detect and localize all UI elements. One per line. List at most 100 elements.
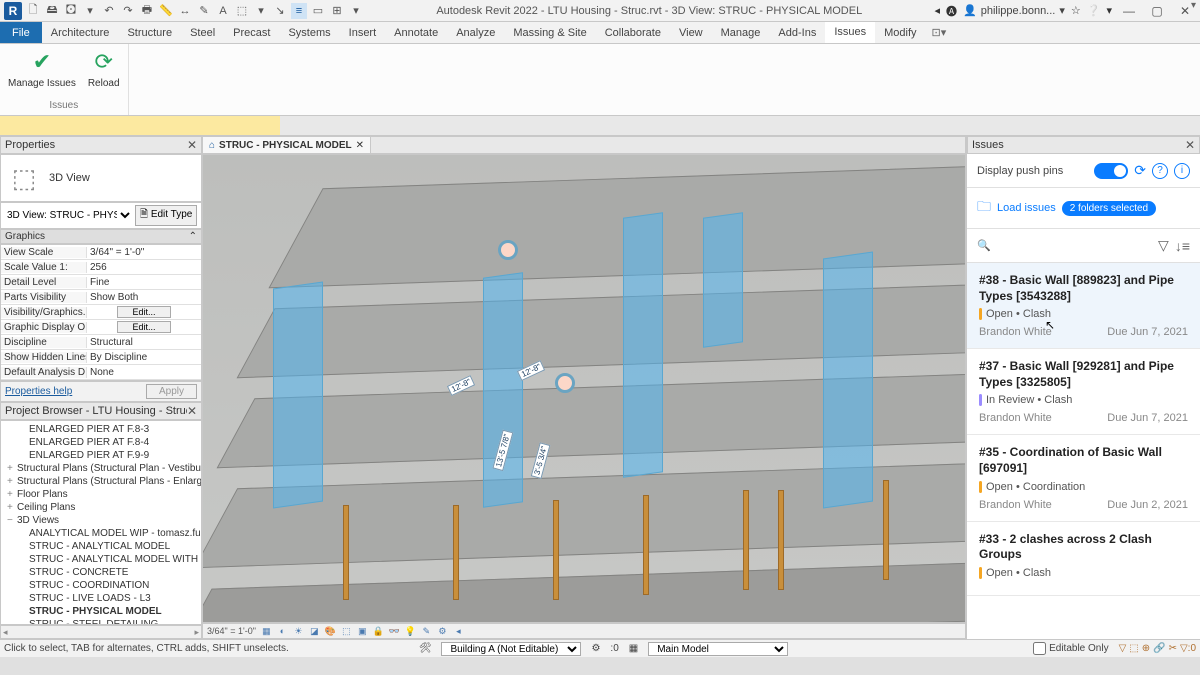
- property-value[interactable]: Show Both: [87, 292, 201, 303]
- favorites-icon[interactable]: ☆: [1071, 4, 1081, 17]
- property-value[interactable]: 256: [87, 262, 201, 273]
- sort-icon[interactable]: ↓≡: [1175, 238, 1190, 254]
- project-browser-scrollbar[interactable]: ◂▸: [0, 625, 202, 639]
- properties-type-selector[interactable]: ⬚ 3D View: [0, 154, 202, 202]
- qat-3d-icon[interactable]: ⬚: [234, 3, 250, 19]
- qat-switch-icon[interactable]: ⊞: [329, 3, 345, 19]
- tab-annotate[interactable]: Annotate: [385, 22, 447, 43]
- qat-sync-dd-icon[interactable]: ▾: [82, 3, 98, 19]
- vc-constraints-icon[interactable]: ✎: [420, 626, 433, 637]
- ws-icon-1[interactable]: ⚙: [591, 643, 600, 654]
- infocenter-icon[interactable]: 🅐: [946, 3, 957, 19]
- browser-item[interactable]: +Structural Plans (Structural Plan - Ves…: [1, 462, 201, 475]
- sf-icon-1[interactable]: ▽: [1119, 643, 1127, 654]
- push-pin-marker[interactable]: [555, 373, 575, 393]
- property-row[interactable]: DisciplineStructural: [1, 335, 201, 350]
- browser-item[interactable]: +Floor Plans: [1, 488, 201, 501]
- issues-list[interactable]: ↖ #38 - Basic Wall [889823] and Pipe Typ…: [967, 263, 1200, 639]
- qat-save-icon[interactable]: 🖴: [44, 3, 60, 19]
- property-row[interactable]: Default Analysis D...None: [1, 365, 201, 380]
- property-value[interactable]: Structural: [87, 337, 201, 348]
- sf-icon-2[interactable]: ⬚: [1129, 643, 1138, 654]
- property-value[interactable]: Fine: [87, 277, 201, 288]
- tab-issues[interactable]: Issues: [825, 22, 875, 43]
- view-tab-menu-icon[interactable]: ▾: [1191, 0, 1196, 11]
- qat-tag-icon[interactable]: ✎: [196, 3, 212, 19]
- 3d-viewport[interactable]: 12'-8" 12'-8" 13'-5 7/8" 3'-5 3/4": [202, 154, 966, 623]
- apply-button[interactable]: Apply: [146, 384, 197, 399]
- property-row[interactable]: Graphic Display O...Edit...: [1, 320, 201, 335]
- vc-crop-icon[interactable]: ⬚: [340, 626, 353, 637]
- vc-crop2-icon[interactable]: ▣: [356, 626, 369, 637]
- sf-icon-4[interactable]: 🔗: [1153, 643, 1165, 654]
- qat-redo-icon[interactable]: ↷: [120, 3, 136, 19]
- sf-icon-6[interactable]: ▽:0: [1180, 643, 1196, 654]
- help-info-icon[interactable]: ?: [1152, 163, 1168, 179]
- project-browser-tree[interactable]: ENLARGED PIER AT F.8-3ENLARGED PIER AT F…: [0, 420, 202, 625]
- vc-detail-icon[interactable]: ▦: [260, 626, 273, 637]
- tab-view[interactable]: View: [670, 22, 712, 43]
- ws-icon-3[interactable]: ▦: [629, 643, 638, 654]
- file-tab[interactable]: File: [0, 22, 42, 43]
- browser-item[interactable]: STRUC - ANALYTICAL MODEL: [1, 540, 201, 553]
- qat-sync-icon[interactable]: 🖸: [63, 3, 79, 19]
- manage-issues-button[interactable]: ✔ Manage Issues: [8, 48, 76, 89]
- user-chip[interactable]: 👤 philippe.bonn... ▾: [963, 4, 1065, 17]
- qat-dim-icon[interactable]: ↔: [177, 3, 193, 19]
- vc-sun-icon[interactable]: ☀: [292, 626, 305, 637]
- sf-icon-5[interactable]: ✂: [1169, 643, 1177, 654]
- browser-item[interactable]: +Ceiling Plans: [1, 501, 201, 514]
- browser-item[interactable]: +Structural Plans (Structural Plans - En…: [1, 475, 201, 488]
- issue-card[interactable]: #37 - Basic Wall [929281] and Pipe Types…: [967, 349, 1200, 435]
- editable-only-checkbox[interactable]: Editable Only: [1033, 642, 1108, 655]
- qat-close-icon[interactable]: ▭: [310, 3, 326, 19]
- vc-left-icon[interactable]: ◂: [452, 626, 465, 637]
- help-icon[interactable]: ❔: [1087, 4, 1101, 17]
- browser-item[interactable]: STRUC - CONCRETE: [1, 566, 201, 579]
- view-tab-close-icon[interactable]: ✕: [356, 140, 364, 151]
- edit-type-button[interactable]: 🗎 Edit Type: [135, 205, 197, 226]
- tab-architecture[interactable]: Architecture: [42, 22, 119, 43]
- sf-icon-3[interactable]: ⊕: [1142, 643, 1150, 654]
- browser-item[interactable]: STRUC - ANALYTICAL MODEL WITH L: [1, 553, 201, 566]
- issue-card[interactable]: #33 - 2 clashes across 2 Clash GroupsOpe…: [967, 522, 1200, 596]
- property-value[interactable]: By Discipline: [87, 352, 201, 363]
- tab-systems[interactable]: Systems: [279, 22, 339, 43]
- vc-style-icon[interactable]: ◐: [276, 626, 289, 637]
- browser-item[interactable]: STRUC - COORDINATION: [1, 579, 201, 592]
- info-icon[interactable]: i: [1174, 163, 1190, 179]
- browser-item[interactable]: STRUC - STEEL DETAILING: [1, 618, 201, 625]
- view-scale[interactable]: 3/64" = 1'-0": [207, 626, 256, 636]
- browser-item[interactable]: ENLARGED PIER AT F.9-9: [1, 449, 201, 462]
- ribbon-play-icon[interactable]: ⊡▾: [932, 22, 947, 43]
- workset-dropdown[interactable]: Building A (Not Editable): [441, 642, 581, 656]
- tab-massing[interactable]: Massing & Site: [504, 22, 595, 43]
- browser-item[interactable]: ENLARGED PIER AT F.8-4: [1, 436, 201, 449]
- tab-steel[interactable]: Steel: [181, 22, 224, 43]
- issue-card[interactable]: #35 - Coordination of Basic Wall [697091…: [967, 435, 1200, 521]
- property-edit-button[interactable]: Edit...: [117, 306, 170, 318]
- browser-item[interactable]: STRUC - PHYSICAL MODEL: [1, 605, 201, 618]
- tab-insert[interactable]: Insert: [340, 22, 386, 43]
- property-row[interactable]: Detail LevelFine: [1, 275, 201, 290]
- workset-icon[interactable]: 🛠: [419, 643, 432, 654]
- vc-reveal-icon[interactable]: 💡: [404, 626, 417, 637]
- nav-arrow-icon[interactable]: ◂: [935, 4, 941, 17]
- tab-addins[interactable]: Add-Ins: [769, 22, 825, 43]
- filter-icon[interactable]: ▽: [1158, 237, 1169, 254]
- property-edit-button[interactable]: Edit...: [117, 321, 170, 333]
- refresh-icon[interactable]: ⟳: [1134, 162, 1146, 179]
- qat-3d-dd-icon[interactable]: ▾: [253, 3, 269, 19]
- push-pins-toggle[interactable]: [1094, 163, 1128, 179]
- vc-temp-icon[interactable]: 👓: [388, 626, 401, 637]
- property-row[interactable]: Show Hidden LinesBy Discipline: [1, 350, 201, 365]
- browser-item[interactable]: STRUC - LIVE LOADS - L3: [1, 592, 201, 605]
- view-tab-active[interactable]: ⌂ STRUC - PHYSICAL MODEL ✕: [203, 137, 371, 153]
- qat-open-icon[interactable]: 🗋: [25, 3, 41, 19]
- property-row[interactable]: Parts VisibilityShow Both: [1, 290, 201, 305]
- qat-section-icon[interactable]: ↘: [272, 3, 288, 19]
- qat-thin-icon[interactable]: ≡: [291, 3, 307, 19]
- vc-shadows-icon[interactable]: ◪: [308, 626, 321, 637]
- issues-search-input[interactable]: [997, 240, 1152, 252]
- design-option-dropdown[interactable]: Main Model: [648, 642, 788, 656]
